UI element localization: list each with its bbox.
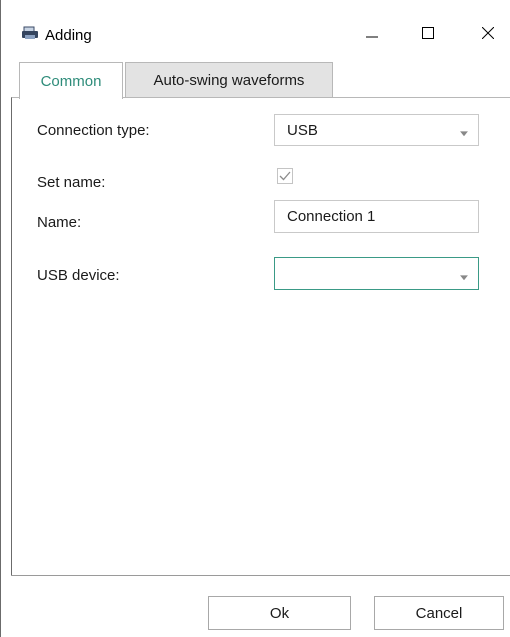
- set-name-checkbox[interactable]: [277, 168, 293, 184]
- close-icon: [482, 27, 494, 39]
- tab-strip: Common Auto-swing waveforms: [11, 62, 510, 99]
- connection-type-value: USB: [287, 121, 318, 139]
- minimize-icon: [366, 36, 378, 38]
- title-bar[interactable]: Adding: [1, 0, 510, 44]
- name-input[interactable]: Connection 1: [274, 200, 479, 233]
- chevron-down-icon: [460, 123, 468, 140]
- maximize-button[interactable]: [405, 18, 451, 48]
- connection-type-label: Connection type:: [37, 122, 150, 139]
- minimize-button[interactable]: [349, 18, 395, 48]
- usb-device-label: USB device:: [37, 267, 120, 284]
- checkmark-icon: [279, 171, 291, 181]
- usb-device-dropdown[interactable]: [274, 257, 479, 290]
- maximize-icon: [422, 27, 434, 39]
- name-label: Name:: [37, 214, 82, 231]
- cancel-button[interactable]: Cancel: [374, 596, 504, 630]
- printer-icon: [21, 26, 39, 40]
- tab-content-panel: [11, 97, 510, 575]
- ok-button[interactable]: Ok: [208, 596, 351, 630]
- dialog-window: Adding Common Auto-swing waveforms Conne…: [0, 0, 510, 637]
- set-name-label: Set name:: [37, 174, 106, 191]
- tab-common[interactable]: Common: [19, 62, 123, 99]
- chevron-down-icon: [460, 267, 468, 284]
- tab-auto-swing-waveforms[interactable]: Auto-swing waveforms: [125, 62, 333, 98]
- window-title: Adding: [45, 27, 92, 44]
- close-button[interactable]: [465, 18, 510, 48]
- connection-type-dropdown[interactable]: USB: [274, 114, 479, 146]
